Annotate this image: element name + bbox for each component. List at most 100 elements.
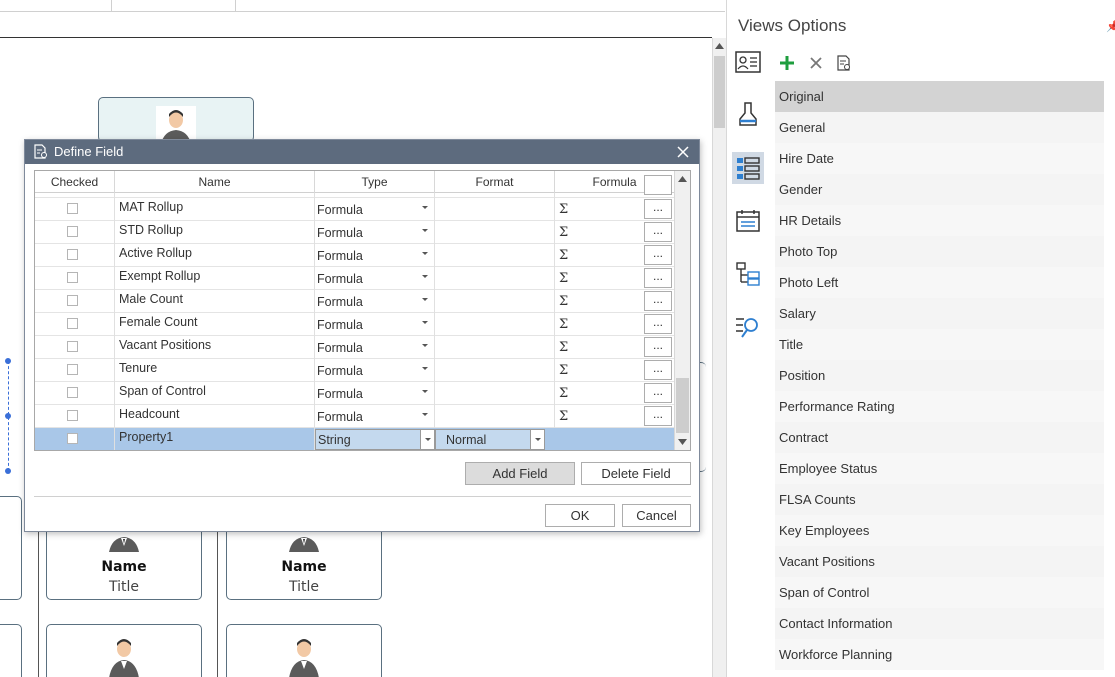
chevron-down-icon[interactable] (422, 344, 428, 347)
column-header-type[interactable]: Type (315, 171, 435, 193)
contact-card-icon[interactable] (732, 46, 764, 78)
type-cell[interactable]: Formula (315, 267, 435, 290)
formula-edit-button[interactable]: ... (644, 337, 672, 357)
view-item[interactable]: Span of Control (775, 577, 1104, 608)
formula-edit-button[interactable]: ... (644, 245, 672, 265)
format-cell[interactable] (435, 267, 555, 290)
column-header-format[interactable]: Format (435, 171, 555, 193)
field-name[interactable]: Male Count (119, 292, 183, 306)
view-item[interactable]: HR Details (775, 205, 1104, 236)
close-icon[interactable] (673, 142, 693, 162)
row-checkbox[interactable] (67, 203, 78, 214)
field-name[interactable]: Span of Control (119, 384, 206, 398)
row-checkbox[interactable] (67, 387, 78, 398)
formula-edit-button[interactable]: ... (644, 383, 672, 403)
field-name[interactable]: MAT Rollup (119, 200, 183, 214)
formula-edit-button[interactable]: ... (644, 360, 672, 380)
format-dropdown[interactable]: Normal (435, 429, 545, 450)
field-name[interactable]: Property1 (119, 430, 173, 444)
view-item[interactable]: Hire Date (775, 143, 1104, 174)
table-row[interactable]: Tenure Formula Σ... (35, 359, 674, 382)
pin-icon[interactable]: 📌 (1106, 20, 1115, 33)
add-field-button[interactable]: Add Field (465, 462, 575, 485)
type-dropdown[interactable]: String (315, 429, 435, 450)
format-cell[interactable] (435, 221, 555, 244)
format-cell[interactable] (435, 313, 555, 336)
grid-vertical-scrollbar[interactable] (674, 171, 690, 450)
org-card-top[interactable] (98, 97, 254, 144)
delete-field-button[interactable]: Delete Field (581, 462, 691, 485)
chevron-down-icon[interactable] (422, 390, 428, 393)
view-item[interactable]: Vacant Positions (775, 546, 1104, 577)
formula-edit-button[interactable]: ... (644, 199, 672, 219)
column-header-name[interactable]: Name (115, 171, 315, 193)
selection-handle[interactable] (5, 468, 11, 474)
formula-edit-button[interactable]: ... (644, 291, 672, 311)
view-item[interactable]: Gender (775, 174, 1104, 205)
view-item[interactable]: FLSA Counts (775, 484, 1104, 515)
org-card-partial[interactable] (0, 624, 22, 677)
type-cell[interactable]: Formula (315, 221, 435, 244)
scrollbar-thumb[interactable] (714, 56, 725, 128)
format-cell[interactable] (435, 244, 555, 267)
field-name[interactable]: STD Rollup (119, 223, 183, 237)
format-cell[interactable] (435, 382, 555, 405)
scroll-up-arrow-icon[interactable] (675, 171, 690, 187)
close-icon[interactable] (805, 52, 827, 74)
field-name[interactable]: Exempt Rollup (119, 269, 200, 283)
table-row[interactable]: Exempt Rollup Formula Σ... (35, 267, 674, 290)
chevron-down-icon[interactable] (422, 321, 428, 324)
format-cell[interactable] (435, 405, 555, 428)
field-name[interactable]: Tenure (119, 361, 157, 375)
column-header-checked[interactable]: Checked (35, 171, 115, 193)
field-name[interactable]: Headcount (119, 407, 179, 421)
dropdown-button[interactable] (420, 430, 434, 449)
chevron-down-icon[interactable] (422, 298, 428, 301)
selection-handle[interactable] (5, 358, 11, 364)
formula-edit-button[interactable]: ... (644, 406, 672, 426)
view-item[interactable]: Photo Top (775, 236, 1104, 267)
formula-edit-button[interactable]: ... (644, 222, 672, 242)
scroll-up-arrow-icon[interactable] (713, 38, 726, 54)
chevron-down-icon[interactable] (422, 275, 428, 278)
type-cell[interactable]: Formula (315, 336, 435, 359)
formula-edit-button[interactable]: ... (644, 314, 672, 334)
chevron-down-icon[interactable] (422, 229, 428, 232)
row-checkbox[interactable] (67, 433, 78, 444)
formula-edit-button[interactable]: ... (644, 268, 672, 288)
table-row[interactable]: MAT Rollup Formula Σ... (35, 198, 674, 221)
format-cell[interactable] (435, 198, 555, 221)
row-checkbox[interactable] (67, 318, 78, 329)
dialog-title-bar[interactable]: Define Field (25, 140, 699, 164)
table-row-selected[interactable]: Property1 String Normal (35, 428, 674, 450)
chevron-down-icon[interactable] (422, 413, 428, 416)
chevron-down-icon[interactable] (422, 252, 428, 255)
row-checkbox[interactable] (67, 295, 78, 306)
ok-button[interactable]: OK (545, 504, 615, 527)
selection-handle[interactable] (5, 413, 11, 419)
chevron-down-icon[interactable] (422, 206, 428, 209)
view-item[interactable]: Key Employees (775, 515, 1104, 546)
plus-icon[interactable] (776, 52, 798, 74)
view-item[interactable]: Salary (775, 298, 1104, 329)
view-item[interactable]: Contract (775, 422, 1104, 453)
hierarchy-icon[interactable] (732, 258, 764, 290)
row-checkbox[interactable] (67, 410, 78, 421)
field-name[interactable]: Female Count (119, 315, 198, 329)
view-item-original[interactable]: Original (775, 81, 1104, 112)
field-name[interactable]: Vacant Positions (119, 338, 211, 352)
canvas-vertical-scrollbar[interactable] (712, 38, 726, 677)
view-item[interactable]: Contact Information (775, 608, 1104, 639)
view-item[interactable]: Position (775, 360, 1104, 391)
row-checkbox[interactable] (67, 226, 78, 237)
view-item[interactable]: Workforce Planning (775, 639, 1104, 670)
tab-segment[interactable] (0, 0, 112, 11)
table-row[interactable]: Active Rollup Formula Σ... (35, 244, 674, 267)
table-row[interactable]: Male Count Formula Σ... (35, 290, 674, 313)
document-settings-icon[interactable] (833, 52, 855, 74)
view-item[interactable]: Performance Rating (775, 391, 1104, 422)
type-cell[interactable]: Formula (315, 382, 435, 405)
row-checkbox[interactable] (67, 364, 78, 375)
search-list-icon[interactable] (732, 311, 764, 343)
type-cell[interactable]: Formula (315, 290, 435, 313)
